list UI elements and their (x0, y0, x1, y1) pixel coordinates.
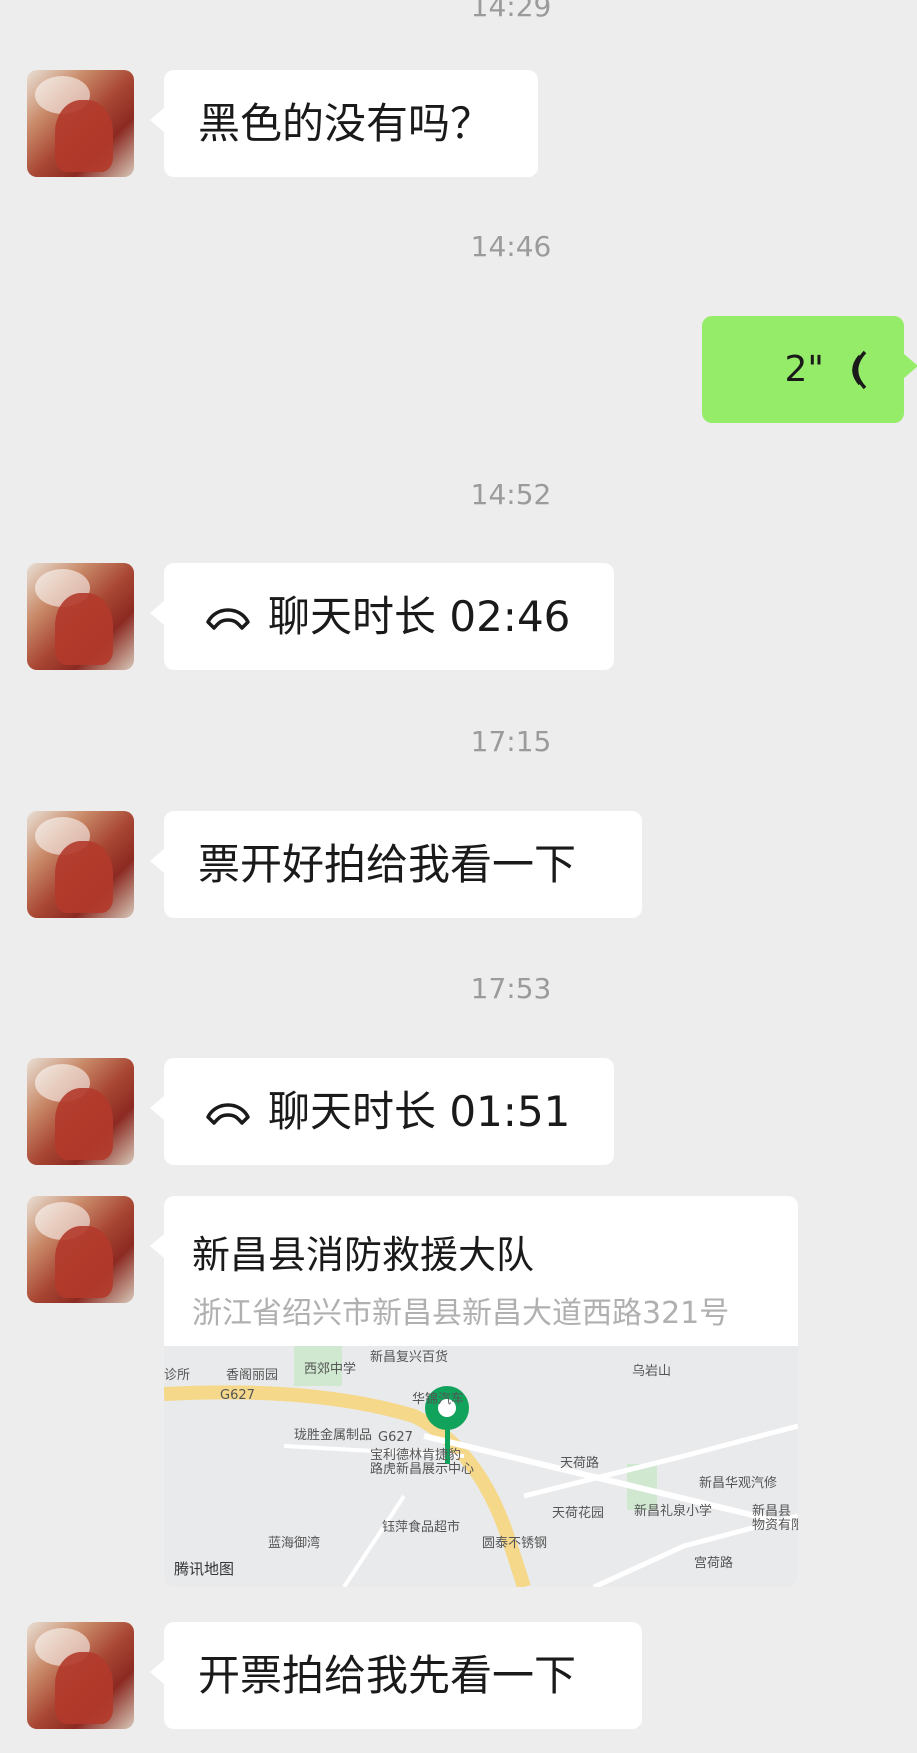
map-thumbnail[interactable]: 诊所 香阁丽园 西郊中学 新昌复兴百货 乌岩山 G627 华锦汽车 珑胜金属制品… (164, 1346, 798, 1587)
call-record-bubble[interactable]: 聊天时长 02:46 (150, 563, 614, 670)
timestamp: 14:52 (470, 478, 552, 511)
map-label: 新昌复兴百货 (370, 1350, 449, 1365)
map-label: 天荷路 (560, 1456, 600, 1471)
map-brand-label: 腾讯地图 (174, 1560, 235, 1578)
call-record-bubble[interactable]: 聊天时长 01:51 (150, 1058, 614, 1165)
message-text: 黑色的没有吗？ (198, 98, 493, 148)
bubble-tail (150, 1234, 164, 1258)
call-duration-label: 聊天时长 02:46 (268, 591, 571, 641)
location-card[interactable]: 新昌县消防救援大队 浙江省绍兴市新昌县新昌大道西路321号 诊所 香阁丽园 西郊… (164, 1196, 798, 1587)
avatar[interactable] (27, 70, 134, 177)
voice-message-bubble[interactable]: 2" (702, 316, 917, 423)
map-label: 钰萍食品超市 (382, 1520, 461, 1535)
map-label: 华锦汽车 (412, 1392, 465, 1407)
call-hangup-icon (206, 1102, 250, 1125)
avatar[interactable] (27, 1622, 134, 1729)
map-label: 新昌礼泉小学 (634, 1504, 713, 1519)
map-label: G627 (220, 1388, 255, 1403)
avatar[interactable] (27, 811, 134, 918)
map-label: G627 (378, 1430, 413, 1445)
timestamp: 14:29 (470, 0, 552, 23)
message-text: 开票拍给我先看一下 (198, 1650, 577, 1700)
location-title: 新昌县消防救援大队 (192, 1233, 535, 1277)
call-hangup-icon (206, 607, 250, 630)
map-label: 珑胜金属制品 (294, 1428, 373, 1443)
voice-wave-icon (852, 350, 867, 389)
map-label: 天荷花园 (552, 1506, 605, 1521)
call-duration-label: 聊天时长 01:51 (268, 1086, 571, 1136)
map-label: 乌岩山 (632, 1364, 672, 1379)
map-label: 香阁丽园 (226, 1368, 279, 1383)
timestamp: 14:46 (470, 230, 552, 263)
message-bubble[interactable]: 开票拍给我先看一下 (150, 1622, 642, 1729)
map-label: 诊所 (164, 1368, 191, 1383)
timestamp: 17:15 (470, 725, 552, 758)
map-label: 西郊中学 (304, 1362, 357, 1377)
map-label: 宫荷路 (694, 1556, 734, 1571)
timestamp: 17:53 (470, 972, 552, 1005)
map-label: 圆泰不锈钢 (482, 1536, 548, 1551)
message-bubble[interactable]: 票开好拍给我看一下 (150, 811, 642, 918)
avatar[interactable] (27, 563, 134, 670)
map-label: 路虎新昌展示中心 (370, 1462, 475, 1477)
map-label: 蓝海御湾 (268, 1536, 321, 1551)
avatar[interactable] (27, 1058, 134, 1165)
location-address: 浙江省绍兴市新昌县新昌大道西路321号 (192, 1296, 730, 1331)
message-text: 票开好拍给我看一下 (198, 839, 577, 889)
map-label: 新昌华观汽修 (699, 1476, 778, 1491)
message-bubble[interactable]: 黑色的没有吗？ (150, 70, 538, 177)
avatar[interactable] (27, 1196, 134, 1303)
map-label: 物资有限 (752, 1518, 798, 1533)
voice-duration: 2" (784, 348, 824, 390)
